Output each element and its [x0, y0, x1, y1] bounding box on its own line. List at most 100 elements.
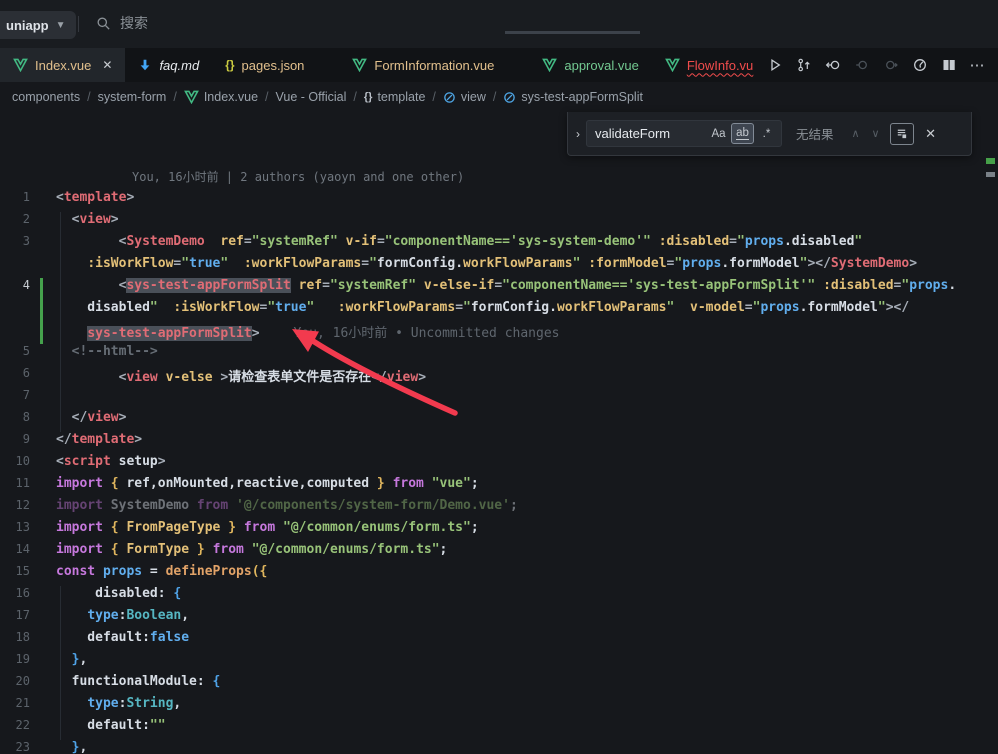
breadcrumb-item-system-form[interactable]: system-form	[98, 90, 167, 104]
find-close-button[interactable]: ✕	[920, 126, 942, 142]
regex-button[interactable]: .*	[755, 123, 778, 144]
run-button[interactable]	[762, 53, 787, 78]
line-number: 20	[0, 674, 30, 696]
tab-label: Index.vue	[35, 58, 91, 73]
find-input[interactable]	[595, 126, 706, 141]
gutter-spacer	[30, 608, 56, 630]
tab-pages-json[interactable]: {}pages.json	[212, 48, 317, 82]
gutter-spacer	[30, 256, 56, 278]
line-number: 8	[0, 410, 30, 432]
run-or-debug-button[interactable]	[907, 53, 932, 78]
code-line-3: 3 <SystemDemo ref="systemRef" v-if="comp…	[0, 234, 998, 256]
tab-faq-md[interactable]: faq.md	[125, 48, 212, 82]
breadcrumb-separator: /	[87, 90, 90, 104]
code-line-wrap: :isWorkFlow="true" :workFlowParams="form…	[0, 256, 998, 278]
line-number: 18	[0, 630, 30, 652]
code-text: disabled" :isWorkFlow="true" :workFlowPa…	[56, 300, 909, 322]
toggle-replace-button[interactable]: ›	[570, 112, 586, 155]
code-line-22: 22 default:""	[0, 718, 998, 740]
code-line-17: 17 type:Boolean,	[0, 608, 998, 630]
find-next-button[interactable]: ∨	[866, 127, 886, 140]
open-changes-button[interactable]	[791, 53, 816, 78]
breadcrumb-separator: /	[265, 90, 268, 104]
tab-approval-vue[interactable]: approval.vue	[529, 48, 651, 82]
breadcrumb-item-components[interactable]: components	[12, 90, 80, 104]
code-text: default:false	[56, 630, 189, 652]
git-change-bar	[30, 278, 56, 300]
breadcrumb-item-view[interactable]: view	[443, 90, 486, 104]
tab-index-vue[interactable]: Index.vue ✕	[0, 48, 125, 82]
project-menu-button[interactable]: uniapp ▼	[0, 11, 76, 39]
match-case-button[interactable]: Aa	[707, 123, 730, 144]
git-change-bar	[30, 300, 56, 322]
go-back-circle-button[interactable]	[820, 53, 845, 78]
code-line-7: 7	[0, 388, 998, 410]
gutter-spacer	[30, 586, 56, 608]
vue-file-icon	[13, 58, 28, 72]
tab-label: FormInformation.vue	[374, 58, 494, 73]
code-line-wrap: You, 16小时前 | 2 authors (yaoyn and one ot…	[0, 168, 998, 190]
breadcrumb-item-vue-official[interactable]: Vue - Official	[276, 90, 347, 104]
open-changes-icon	[796, 57, 812, 73]
chevron-up-icon: ∧	[851, 128, 859, 140]
split-editor-button[interactable]	[936, 53, 961, 78]
line-number: 10	[0, 454, 30, 476]
line-number: 19	[0, 652, 30, 674]
line-number: 16	[0, 586, 30, 608]
braces-icon: {}	[364, 91, 373, 103]
global-search-placeholder: 搜索	[120, 13, 148, 33]
tab-flowinfo-vu[interactable]: FlowInfo.vu	[652, 48, 766, 82]
line-number: 5	[0, 344, 30, 366]
code-line-2: 2 <view>	[0, 212, 998, 234]
vue-file-icon	[542, 58, 557, 72]
git-change-bar	[30, 322, 56, 344]
line-number: 9	[0, 432, 30, 454]
nav-forward-button	[878, 53, 903, 78]
code-text: </view>	[56, 410, 126, 432]
vue-file-icon	[665, 58, 680, 72]
more-actions-button[interactable]: ⋯	[965, 53, 990, 78]
tab-close-icon[interactable]: ✕	[102, 58, 112, 72]
editor-pane[interactable]: You, 16小时前 | 2 authors (yaoyn and one ot…	[0, 112, 998, 754]
code-line-4: 4 <sys-test-appFormSplit ref="systemRef"…	[0, 278, 998, 300]
gutter-spacer	[30, 168, 56, 190]
code-text: sys-test-appFormSplit>You, 16小时前 • Uncom…	[56, 322, 560, 344]
find-input-box: Aa ab .*	[586, 120, 782, 147]
code-line-21: 21 type:String,	[0, 696, 998, 718]
gutter-spacer	[30, 696, 56, 718]
breadcrumb-item-index-vue[interactable]: Index.vue	[184, 90, 258, 104]
code-text: <template>	[56, 190, 134, 212]
line-number	[0, 256, 30, 278]
line-number	[0, 168, 30, 190]
tab-scrollbar[interactable]	[505, 31, 640, 34]
line-number: 13	[0, 520, 30, 542]
gutter-spacer	[30, 234, 56, 256]
breadcrumb-separator: /	[432, 90, 435, 104]
breadcrumb-item-template[interactable]: {}template	[364, 90, 426, 104]
code-text: type:Boolean,	[56, 608, 189, 630]
breadcrumb-label: sys-test-appFormSplit	[521, 90, 643, 104]
gutter-spacer	[30, 212, 56, 234]
find-previous-button[interactable]: ∧	[846, 127, 866, 140]
editor-actions: ⋯	[762, 48, 996, 82]
titlebar-divider	[78, 16, 79, 32]
global-search-button[interactable]: 搜索	[96, 13, 148, 33]
line-number: 2	[0, 212, 30, 234]
line-number	[0, 322, 30, 344]
code-line-14: 14import { FormType } from "@/common/enu…	[0, 542, 998, 564]
find-in-selection-button[interactable]	[890, 123, 914, 145]
tab-label: FlowInfo.vu	[687, 58, 753, 73]
whole-word-button[interactable]: ab	[731, 123, 754, 144]
breadcrumb-item-sys-test-appformsplit[interactable]: sys-test-appFormSplit	[503, 90, 643, 104]
json-file-icon: {}	[225, 58, 234, 72]
code-line-wrap: sys-test-appFormSplit>You, 16小时前 • Uncom…	[0, 322, 998, 344]
code-line-15: 15const props = defineProps({	[0, 564, 998, 586]
code-line-18: 18 default:false	[0, 630, 998, 652]
code-text: const props = defineProps({	[56, 564, 267, 586]
line-number: 14	[0, 542, 30, 564]
code-line-wrap: disabled" :isWorkFlow="true" :workFlowPa…	[0, 300, 998, 322]
vscode-window: uniapp ▼ 搜索 Index.vue ✕ faq.md{}pages.json…	[0, 0, 998, 754]
go-back-circle-icon	[825, 57, 841, 73]
tab-forminformation-vue[interactable]: FormInformation.vue	[339, 48, 507, 82]
gutter-spacer	[30, 520, 56, 542]
